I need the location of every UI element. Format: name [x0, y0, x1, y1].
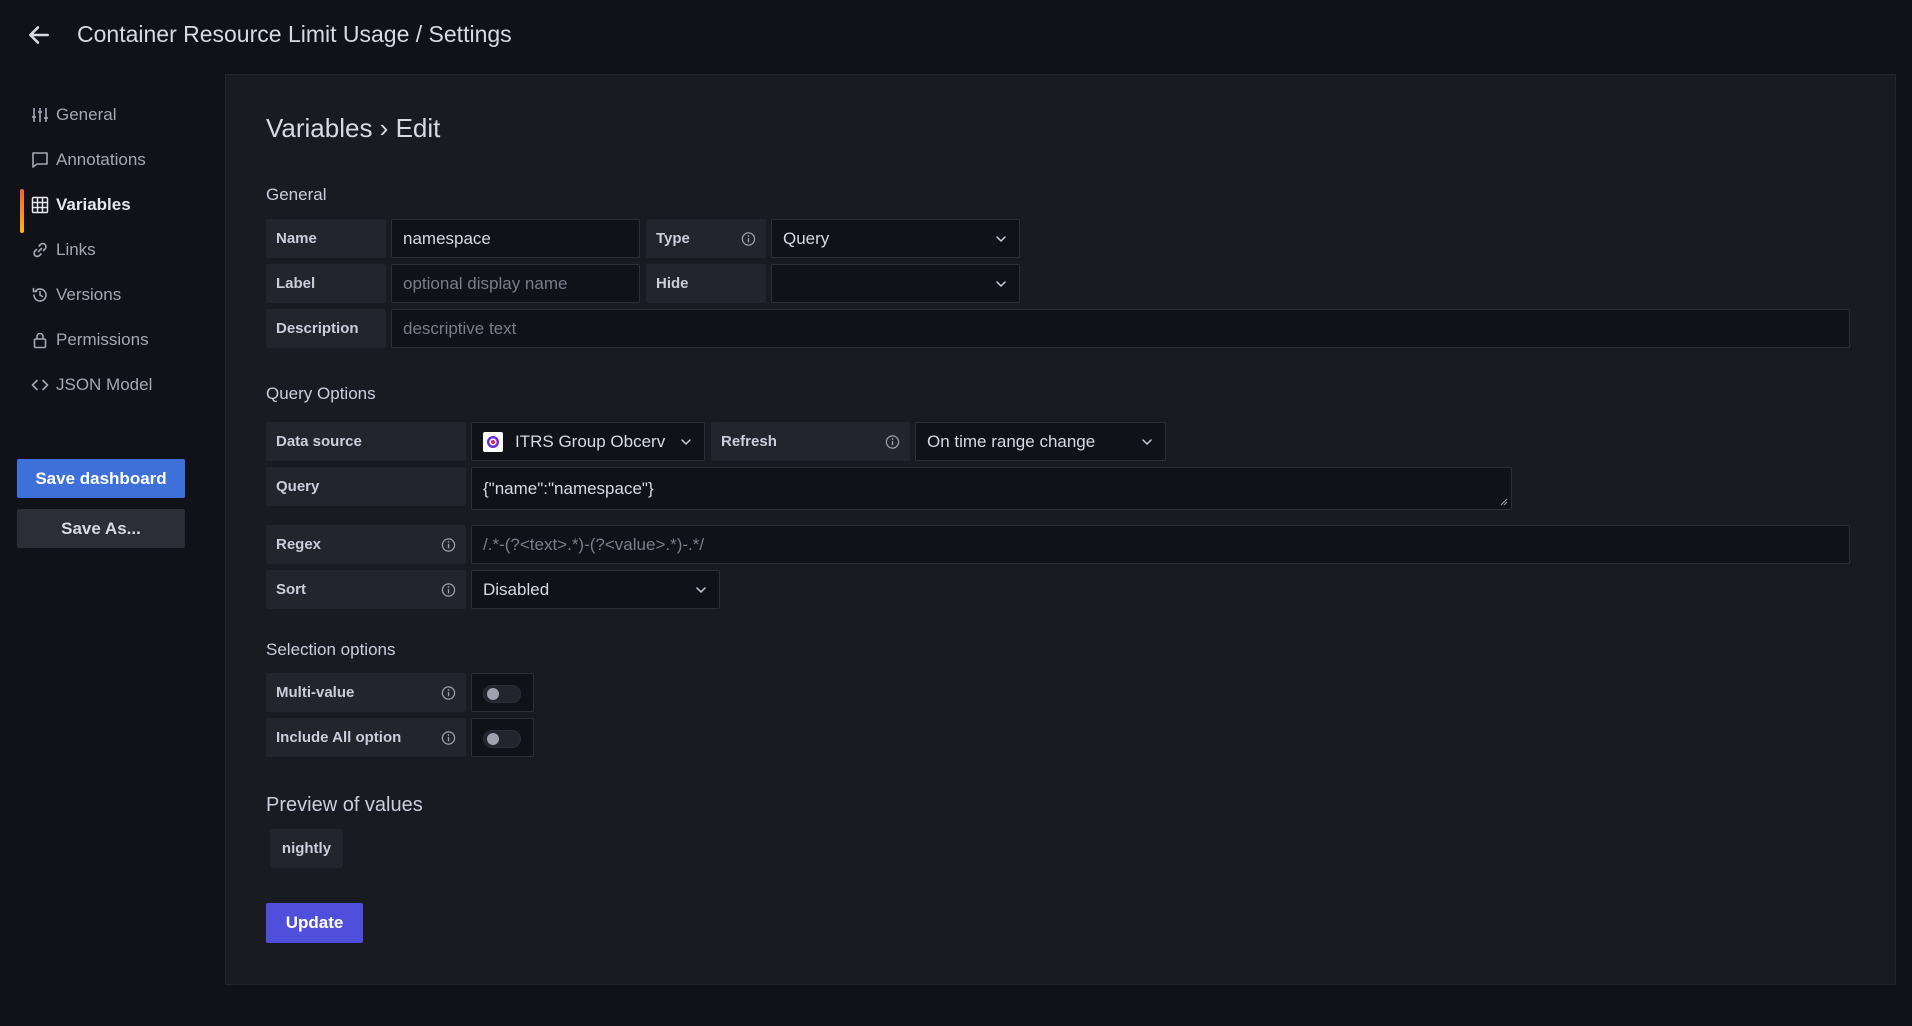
save-dashboard-button[interactable]: Save dashboard: [17, 459, 185, 498]
regex-label: Regex: [266, 525, 466, 564]
datasource-select-value: ITRS Group Obcerv: [515, 431, 666, 451]
general-section-title: General: [266, 185, 327, 204]
type-label: Type: [646, 219, 766, 258]
sliders-icon: [30, 105, 50, 125]
sidebar-item-label: General: [56, 105, 117, 124]
sidebar-item-annotations[interactable]: Annotations: [20, 142, 200, 178]
sidebar-item-label: Links: [56, 240, 96, 259]
sidebar-item-label: Versions: [56, 285, 122, 304]
sidebar-item-versions[interactable]: Versions: [20, 277, 200, 313]
include-all-label: Include All option: [266, 718, 466, 757]
save-as-button[interactable]: Save As...: [17, 509, 185, 548]
chevron-down-icon: [695, 584, 707, 596]
hide-label: Hide: [646, 264, 766, 303]
sidebar-item-label: Variables: [56, 195, 131, 214]
label-label: Label: [266, 264, 386, 303]
toggle-knob: [487, 733, 499, 745]
sort-label-text: Sort: [276, 581, 306, 598]
include-all-toggle-container: [471, 718, 534, 757]
type-select-value: Query: [783, 228, 830, 248]
type-select[interactable]: Query: [771, 219, 1020, 258]
multi-value-toggle-container: [471, 673, 534, 712]
lock-icon: [30, 330, 50, 350]
sidebar-item-json-model[interactable]: JSON Model: [20, 367, 200, 403]
page-title: Container Resource Limit Usage / Setting…: [77, 21, 512, 47]
query-value: {"name":"namespace"}: [483, 479, 654, 498]
regex-label-text: Regex: [276, 536, 322, 553]
description-input[interactable]: [403, 318, 1849, 339]
calculator-icon: [30, 195, 50, 215]
info-icon[interactable]: [441, 537, 456, 552]
chevron-down-icon: [995, 233, 1007, 245]
label-field[interactable]: [391, 264, 640, 303]
type-label-text: Type: [656, 230, 690, 247]
sidebar-item-general[interactable]: General: [20, 97, 200, 133]
datasource-logo-icon: [483, 431, 503, 452]
resize-handle-icon[interactable]: [1500, 498, 1508, 506]
section-heading: Variables › Edit: [266, 113, 441, 143]
name-input[interactable]: [403, 228, 639, 249]
link-icon: [30, 240, 50, 260]
multi-value-toggle[interactable]: [483, 685, 521, 703]
sort-label: Sort: [266, 570, 466, 609]
label-input[interactable]: [403, 273, 639, 294]
code-brackets-icon: [30, 375, 50, 395]
chevron-down-icon: [995, 278, 1007, 290]
query-options-section-title: Query Options: [266, 384, 376, 403]
refresh-select-value: On time range change: [927, 431, 1096, 451]
selection-options-section-title: Selection options: [266, 640, 396, 659]
multi-value-label: Multi-value: [266, 673, 466, 712]
update-button[interactable]: Update: [266, 903, 363, 943]
chevron-down-icon: [1141, 436, 1153, 448]
regex-field[interactable]: [471, 525, 1850, 564]
sort-select[interactable]: Disabled: [471, 570, 720, 609]
back-button[interactable]: [24, 20, 54, 50]
datasource-label: Data source: [266, 422, 466, 461]
name-label: Name: [266, 219, 386, 258]
history-icon: [30, 285, 50, 305]
description-field[interactable]: [391, 309, 1850, 348]
hide-select[interactable]: [771, 264, 1020, 303]
name-field[interactable]: [391, 219, 640, 258]
multi-value-label-text: Multi-value: [276, 684, 355, 701]
info-icon[interactable]: [441, 730, 456, 745]
arrow-left-icon: [29, 26, 49, 44]
include-all-toggle[interactable]: [483, 730, 521, 748]
comment-icon: [30, 150, 50, 170]
query-label: Query: [266, 467, 466, 506]
refresh-label-text: Refresh: [721, 433, 777, 450]
sidebar-item-variables[interactable]: Variables: [20, 187, 200, 233]
info-icon[interactable]: [885, 434, 900, 449]
query-textarea[interactable]: {"name":"namespace"}: [471, 467, 1512, 510]
top-bar: Container Resource Limit Usage / Setting…: [0, 0, 1912, 72]
description-label: Description: [266, 309, 386, 348]
sidebar-item-links[interactable]: Links: [20, 232, 200, 268]
refresh-select[interactable]: On time range change: [915, 422, 1166, 461]
sidebar-item-label: Permissions: [56, 330, 149, 349]
info-icon[interactable]: [441, 582, 456, 597]
sort-select-value: Disabled: [483, 579, 550, 599]
sidebar-item-label: JSON Model: [56, 375, 153, 394]
sidebar-item-permissions[interactable]: Permissions: [20, 322, 200, 358]
chevron-down-icon: [680, 436, 692, 448]
refresh-label: Refresh: [711, 422, 910, 461]
info-icon[interactable]: [741, 231, 756, 246]
preview-value-chip: nightly: [270, 829, 343, 868]
include-all-label-text: Include All option: [276, 729, 402, 746]
preview-section-title: Preview of values: [266, 794, 423, 816]
info-icon[interactable]: [441, 685, 456, 700]
datasource-select[interactable]: ITRS Group Obcerv: [471, 422, 705, 461]
toggle-knob: [487, 688, 499, 700]
regex-input[interactable]: [483, 534, 1849, 555]
sidebar-item-label: Annotations: [56, 150, 146, 169]
